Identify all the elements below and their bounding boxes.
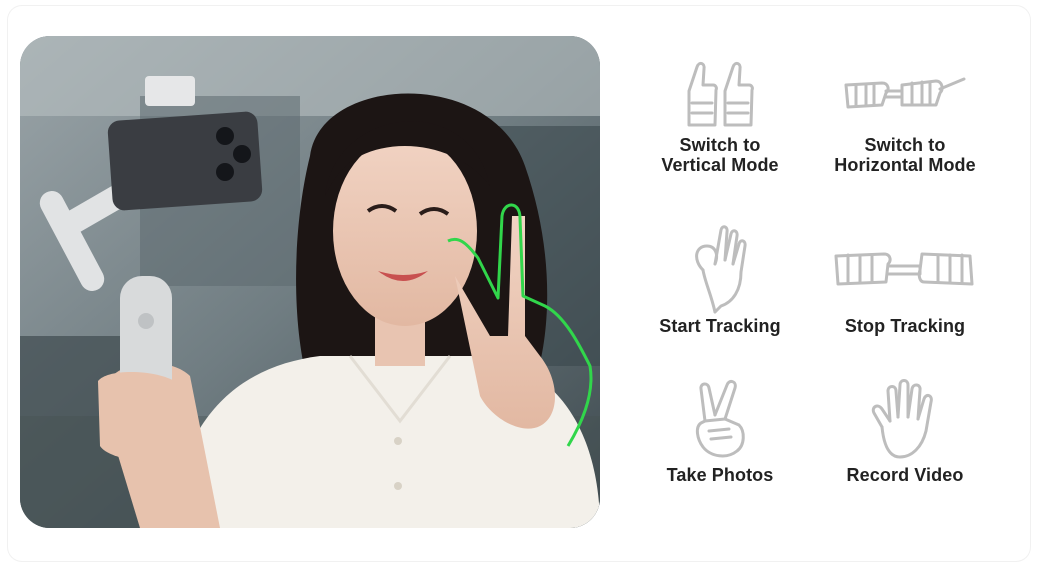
gesture-record-video-label: Record Video [846,465,964,485]
gesture-take-photos: Take Photos [620,375,820,485]
gesture-stop-tracking: Stop Tracking [805,220,1005,336]
joined-fists-icon [834,252,974,286]
horizontal-fists-icon [844,77,966,109]
gesture-start-tracking-label: Start Tracking [659,316,781,336]
two-thumbs-up-icon [687,61,754,127]
gesture-horizontal-label-line1: Switch to [864,135,946,155]
gesture-guide: Switch to Vertical Mode Switch to Horizo… [615,55,1015,515]
gesture-vertical-mode: Switch to Vertical Mode [620,55,820,175]
gesture-start-tracking: Start Tracking [620,220,820,336]
gesture-horizontal-label-line2: Horizontal Mode [834,155,976,175]
gesture-take-photos-label: Take Photos [666,465,774,485]
photo-illustration [20,36,600,528]
ok-hand-icon [695,225,747,314]
gesture-horizontal-mode: Switch to Horizontal Mode [805,55,1005,175]
victory-hand-icon [695,379,745,458]
open-palm-icon [871,379,933,459]
gesture-vertical-label-line2: Vertical Mode [661,155,779,175]
gesture-stop-tracking-label: Stop Tracking [844,316,966,336]
selfie-gimbal-photo [20,36,600,528]
gesture-record-video: Record Video [805,375,1005,485]
gesture-vertical-label-line1: Switch to [679,135,761,155]
